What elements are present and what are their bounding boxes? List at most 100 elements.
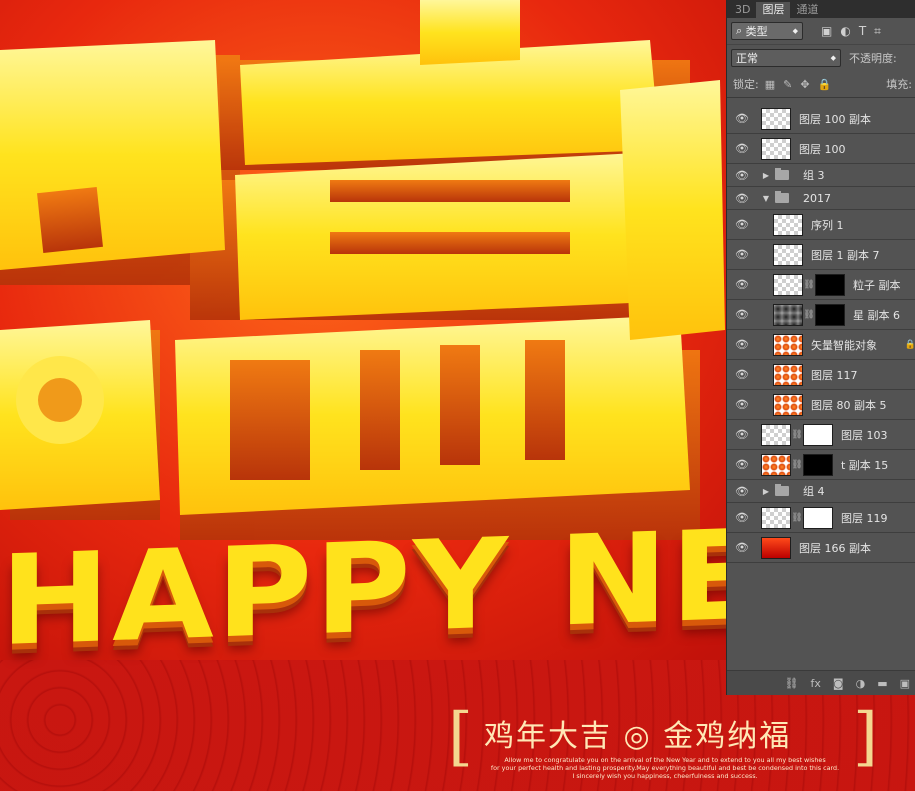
layer-row[interactable]: 👁 图层 100 bbox=[727, 134, 915, 164]
fx-icon[interactable]: fx bbox=[811, 677, 821, 690]
eye-icon[interactable]: 👁 bbox=[727, 278, 757, 291]
layer-name: 图层 117 bbox=[811, 368, 858, 382]
layer-thumbnail bbox=[761, 536, 791, 559]
layer-mask-thumbnail[interactable] bbox=[815, 303, 845, 326]
layer-row[interactable]: 👁 ⛓ 星 副本 6 bbox=[727, 300, 915, 330]
filter-icons: ▣ ◐ T ⌗ bbox=[821, 24, 881, 39]
happy-new-year-text: HAPPY NE bbox=[0, 503, 763, 674]
blend-mode-select[interactable]: 正常 ◆ bbox=[731, 49, 841, 67]
eye-icon[interactable]: 👁 bbox=[727, 541, 757, 554]
lock-transparency-icon[interactable]: ▦ bbox=[765, 78, 775, 91]
eye-icon[interactable]: 👁 bbox=[727, 338, 757, 351]
layer-name: 图层 103 bbox=[841, 428, 888, 442]
layer-thumbnail bbox=[761, 453, 791, 476]
layer-group-row[interactable]: 👁 ▼ 2017 bbox=[727, 187, 915, 210]
layer-filter-row: ⌕ 类型 ◆ ▣ ◐ T ⌗ bbox=[727, 18, 915, 45]
tab-layers[interactable]: 图层 bbox=[756, 2, 791, 18]
mask-link-icon[interactable]: ⛓ bbox=[791, 513, 803, 523]
layer-thumbnail bbox=[761, 137, 791, 160]
layer-thumbnail bbox=[773, 243, 803, 266]
layer-mask-thumbnail[interactable] bbox=[803, 506, 833, 529]
layer-name: 组 4 bbox=[803, 485, 825, 498]
layer-name: 星 副本 6 bbox=[853, 308, 900, 322]
adjustment-filter-icon[interactable]: ◐ bbox=[840, 24, 850, 39]
new-group-icon[interactable]: ▬ bbox=[877, 677, 887, 690]
mask-link-icon[interactable]: ⛓ bbox=[803, 310, 815, 320]
chevron-down-icon: ◆ bbox=[792, 27, 798, 35]
lock-row: 锁定: ▦ ✎ ✥ 🔒 填充: bbox=[727, 71, 915, 98]
eye-icon[interactable]: 👁 bbox=[727, 192, 757, 205]
mask-link-icon[interactable]: ⛓ bbox=[803, 280, 815, 290]
lock-position-icon[interactable]: ✥ bbox=[800, 78, 809, 91]
eye-icon[interactable]: 👁 bbox=[727, 169, 757, 182]
folder-icon bbox=[775, 191, 789, 203]
layer-name: 2017 bbox=[803, 191, 831, 205]
mask-link-icon[interactable]: ⛓ bbox=[791, 460, 803, 470]
lock-icon: 🔒 bbox=[904, 339, 915, 350]
layer-row[interactable]: 👁 序列 1 bbox=[727, 210, 915, 240]
filter-type-select[interactable]: ⌕ 类型 ◆ bbox=[731, 22, 803, 40]
layer-row[interactable]: 👁 图层 1 副本 7 bbox=[727, 240, 915, 270]
eye-icon[interactable]: 👁 bbox=[727, 485, 757, 498]
slogan-line-1: Allow me to congratulate you on the arri… bbox=[504, 756, 826, 764]
layer-thumbnail bbox=[773, 363, 803, 386]
eye-icon[interactable]: 👁 bbox=[727, 308, 757, 321]
layer-row[interactable]: 👁 矢量智能对象 🔒 bbox=[727, 330, 915, 360]
layer-group-row[interactable]: 👁 ▶ 组 4 bbox=[727, 480, 915, 503]
eye-icon[interactable]: 👁 bbox=[727, 142, 757, 155]
layer-row[interactable]: 👁 图层 117 bbox=[727, 360, 915, 390]
collapse-icon[interactable]: ▼ bbox=[761, 194, 771, 203]
layer-thumbnail bbox=[761, 107, 791, 130]
layer-row[interactable]: 👁 图层 80 副本 5 bbox=[727, 390, 915, 420]
layer-group-row[interactable]: 👁 ▶ 组 3 bbox=[727, 164, 915, 187]
layer-row[interactable]: 👁 ⛓ t 副本 15 bbox=[727, 450, 915, 480]
layer-thumbnail bbox=[773, 273, 803, 296]
eye-icon[interactable]: 👁 bbox=[727, 368, 757, 381]
eye-icon[interactable]: 👁 bbox=[727, 458, 757, 471]
layer-name: 图层 1 副本 7 bbox=[811, 248, 880, 262]
layer-list: 👁 图层 100 副本 👁 图层 100 👁 ▶ 组 3 👁 ▼ 2017 👁 序列 1 👁 图层 1 副… bbox=[727, 104, 915, 563]
lock-all-icon[interactable]: 🔒 bbox=[818, 78, 832, 91]
tab-3d[interactable]: 3D bbox=[729, 2, 756, 18]
eye-icon[interactable]: 👁 bbox=[727, 248, 757, 261]
eye-icon[interactable]: 👁 bbox=[727, 511, 757, 524]
pixel-filter-icon[interactable]: ▣ bbox=[821, 24, 832, 39]
layer-row[interactable]: 👁 ⛓ 图层 119 bbox=[727, 503, 915, 533]
layer-name: 图层 119 bbox=[841, 511, 888, 525]
layer-row[interactable]: 👁 图层 166 副本 bbox=[727, 533, 915, 563]
bracket-right: ] bbox=[853, 700, 878, 774]
shape-filter-icon[interactable]: ⌗ bbox=[874, 24, 881, 39]
new-layer-icon[interactable]: ▣ bbox=[900, 677, 910, 690]
layer-row[interactable]: 👁 图层 100 副本 bbox=[727, 104, 915, 134]
layer-row[interactable]: 👁 ⛓ 图层 103 bbox=[727, 420, 915, 450]
expand-icon[interactable]: ▶ bbox=[761, 171, 771, 180]
layer-row[interactable]: 👁 ⛓ 粒子 副本 bbox=[727, 270, 915, 300]
layer-name: 图层 100 bbox=[799, 142, 846, 156]
layer-mask-thumbnail[interactable] bbox=[803, 453, 833, 476]
layer-mask-thumbnail[interactable] bbox=[815, 273, 845, 296]
chevron-down-icon: ◆ bbox=[830, 54, 836, 62]
adjustment-layer-icon[interactable]: ◑ bbox=[856, 677, 866, 690]
eye-icon[interactable]: 👁 bbox=[727, 428, 757, 441]
opacity-label: 不透明度: bbox=[849, 52, 897, 65]
layer-name: 粒子 副本 bbox=[853, 278, 901, 292]
layer-mask-thumbnail[interactable] bbox=[803, 423, 833, 446]
expand-icon[interactable]: ▶ bbox=[761, 487, 771, 496]
layers-bottom-bar: ⛓ fx ◙ ◑ ▬ ▣ bbox=[727, 670, 915, 695]
type-filter-icon[interactable]: T bbox=[859, 24, 866, 39]
tab-channels[interactable]: 通道 bbox=[790, 2, 824, 18]
eye-icon[interactable]: 👁 bbox=[727, 398, 757, 411]
3d-character-artwork bbox=[0, 0, 725, 540]
blend-mode-value: 正常 bbox=[736, 52, 758, 65]
lock-image-icon[interactable]: ✎ bbox=[783, 78, 792, 91]
eye-icon[interactable]: 👁 bbox=[727, 218, 757, 231]
layer-name: 图层 80 副本 5 bbox=[811, 398, 887, 412]
panel-tabs: 3D 图层 通道 bbox=[727, 0, 915, 18]
search-icon: ⌕ bbox=[736, 24, 743, 37]
layer-name: t 副本 15 bbox=[841, 458, 889, 472]
link-layers-icon[interactable]: ⛓ bbox=[785, 677, 799, 690]
layer-thumbnail bbox=[761, 506, 791, 529]
mask-link-icon[interactable]: ⛓ bbox=[791, 430, 803, 440]
eye-icon[interactable]: 👁 bbox=[727, 112, 757, 125]
add-mask-icon[interactable]: ◙ bbox=[833, 677, 844, 690]
